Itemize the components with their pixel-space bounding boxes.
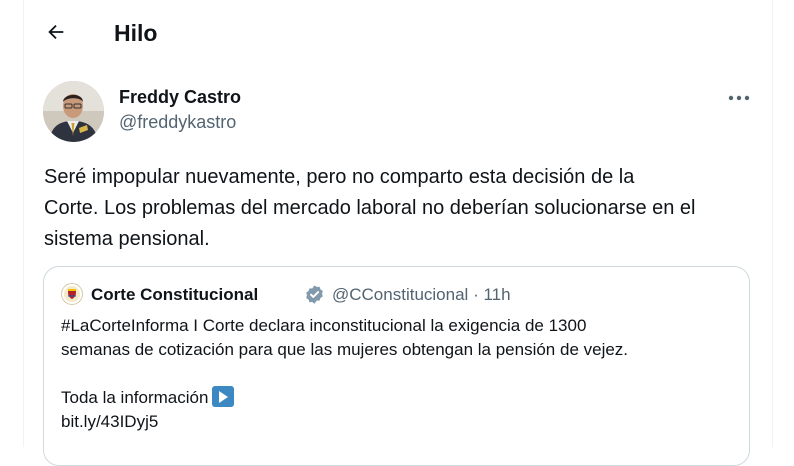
verified-badge-icon	[304, 284, 325, 305]
court-emblem-icon	[61, 283, 83, 305]
thread-column: Hilo Freddy Castro @freddykastro Seré im…	[23, 0, 773, 466]
quoted-text-line: #LaCorteInforma I Corte declara inconsti…	[61, 316, 587, 335]
author-photo	[43, 81, 104, 142]
quoted-text-line: semanas de cotización para que las mujer…	[61, 340, 629, 359]
quoted-author-handle[interactable]: @CConstitucional	[332, 285, 468, 304]
quoted-link[interactable]: bit.ly/43IDyj5	[61, 410, 741, 434]
arrow-left-icon	[48, 24, 64, 40]
more-options-button[interactable]	[722, 83, 756, 113]
thread-header: Hilo	[24, 0, 772, 66]
quoted-tweet-text: #LaCorteInforma I Corte declara inconsti…	[61, 314, 741, 434]
author-avatar[interactable]	[43, 81, 104, 142]
back-button[interactable]	[38, 14, 74, 50]
quoted-meta: @CConstitucional · 11h	[332, 284, 511, 306]
author-handle[interactable]: @freddykastro	[119, 111, 236, 133]
play-button-icon	[212, 386, 235, 407]
quoted-info-line: Toda la información	[61, 386, 741, 410]
quoted-tweet[interactable]: Corte Constitucional @CConstitucional · …	[43, 266, 750, 466]
quoted-author-name[interactable]: Corte Constitucional	[91, 284, 258, 306]
info-label: Toda la información	[61, 388, 209, 407]
tweet-text: Seré impopular nuevamente, pero no compa…	[44, 166, 696, 250]
more-horizontal-icon	[728, 95, 750, 101]
meta-separator: ·	[473, 285, 479, 304]
quoted-time[interactable]: 11h	[483, 285, 510, 304]
page-title: Hilo	[114, 20, 158, 46]
quoted-author-avatar[interactable]	[61, 283, 83, 305]
author-name[interactable]: Freddy Castro	[119, 86, 241, 108]
